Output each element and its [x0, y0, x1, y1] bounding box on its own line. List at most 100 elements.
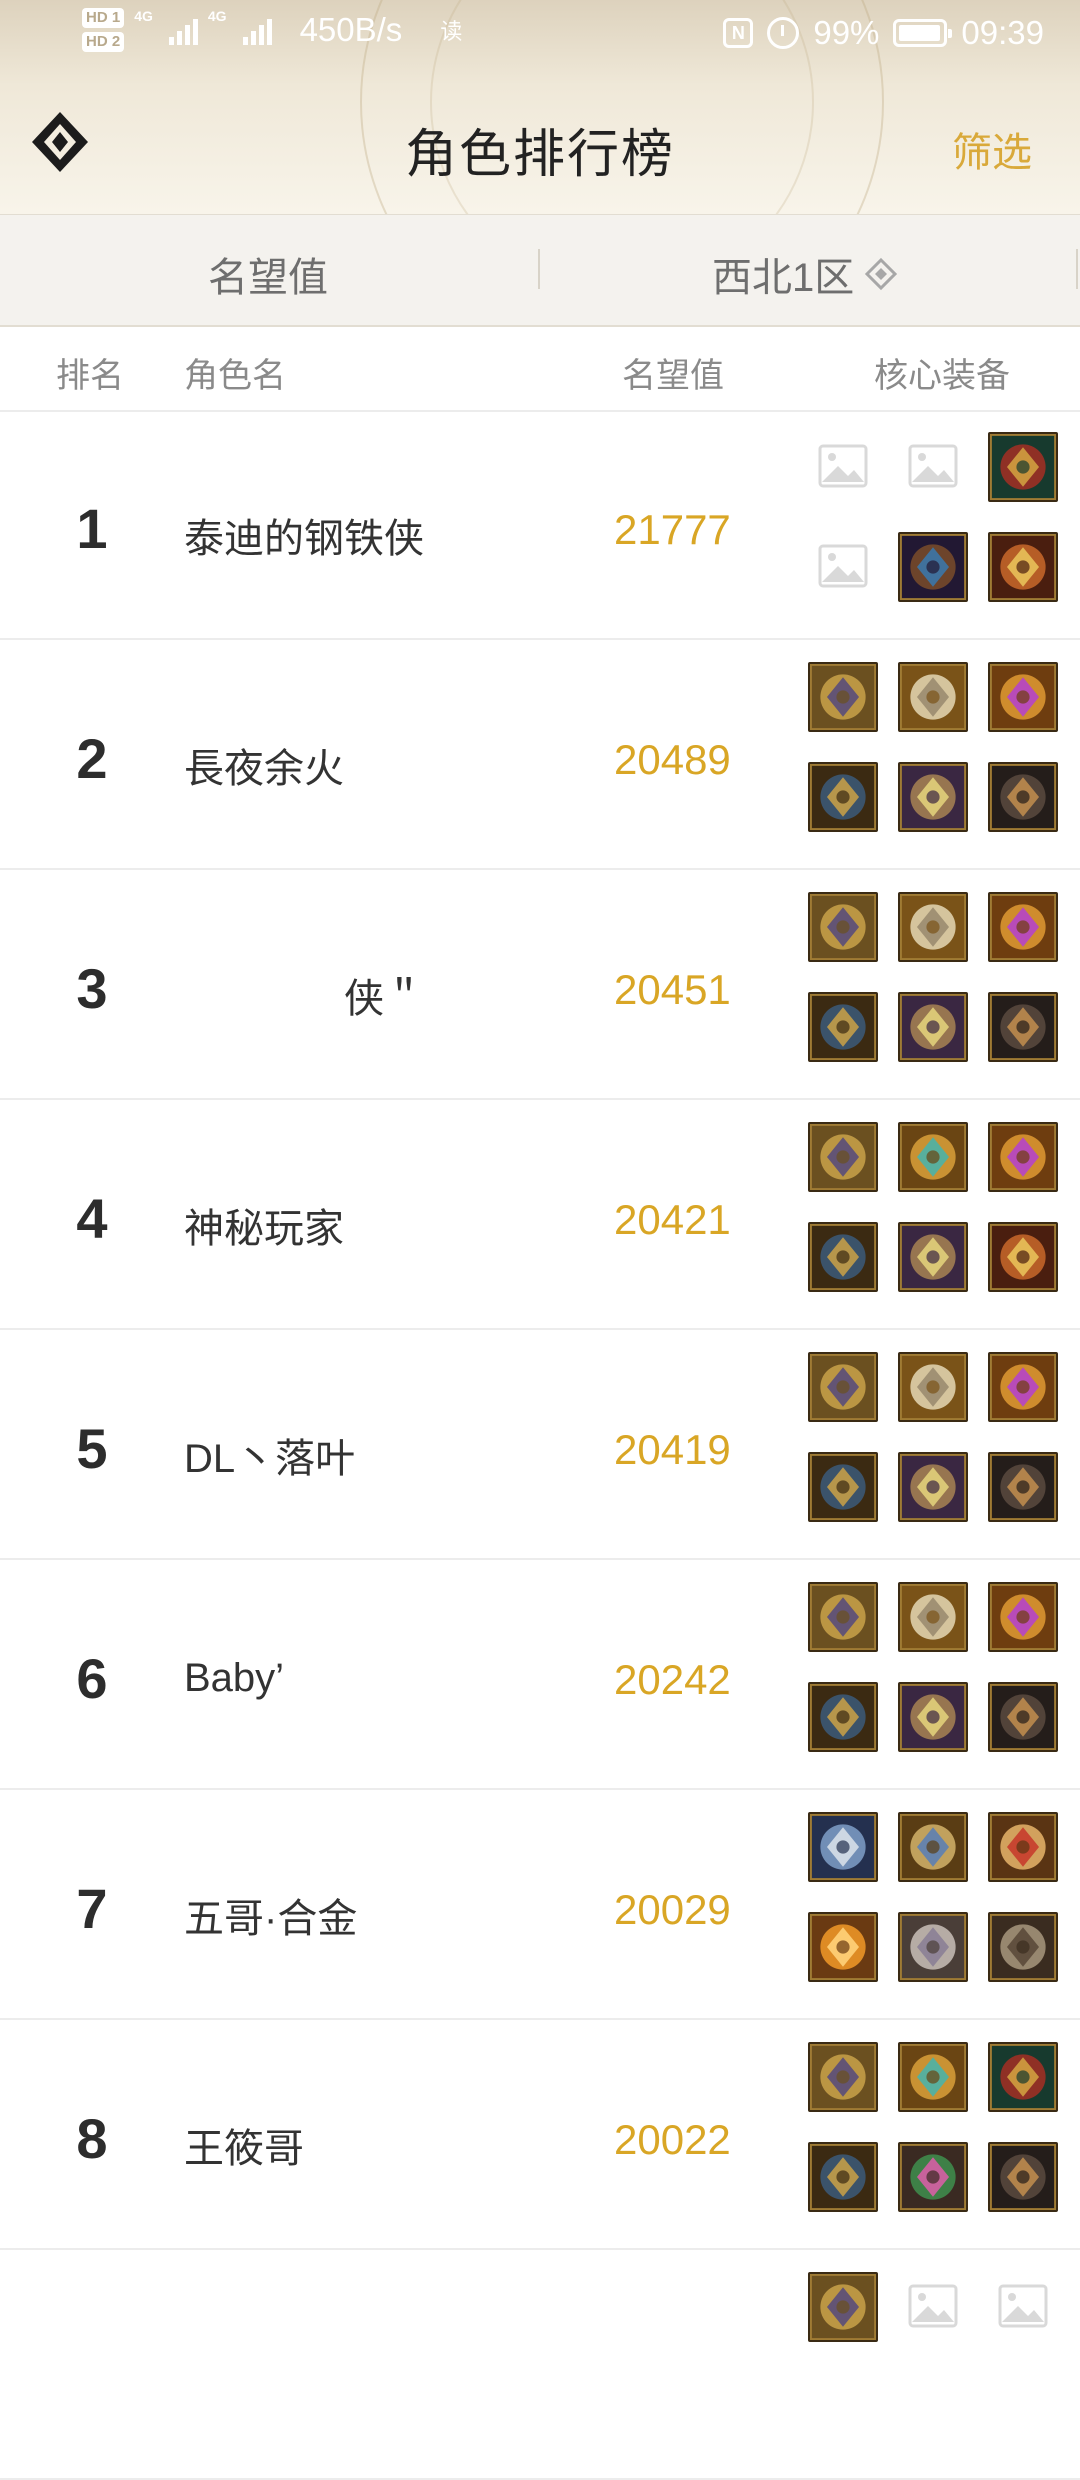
- chest-purple-icon[interactable]: [898, 1222, 968, 1292]
- ranking-row[interactable]: 6 Baby’ 20242: [0, 1560, 1080, 1790]
- status-bar: HD 1 HD 2 4G 4G 450B/s 读 N 99% 09:39: [0, 0, 1080, 70]
- rank-number: 4: [76, 1187, 108, 1250]
- fame-value: 20451: [614, 966, 731, 1013]
- read-indicator: 读: [440, 19, 463, 44]
- necklace-purple-icon[interactable]: [988, 1352, 1058, 1422]
- legs-dark-icon[interactable]: [988, 1682, 1058, 1752]
- ranking-row[interactable]: [0, 2250, 1080, 2480]
- metric-selector[interactable]: 名望值: [208, 245, 328, 303]
- necklace-purple-icon[interactable]: [988, 892, 1058, 962]
- image-placeholder-icon: [808, 432, 878, 502]
- ranking-row[interactable]: 3 侠＂ 20451: [0, 870, 1080, 1100]
- amulet-red-icon[interactable]: [988, 1812, 1058, 1882]
- network-type-2: 4G: [207, 8, 227, 24]
- armor-red-icon[interactable]: [988, 2042, 1058, 2112]
- armor-gold-icon[interactable]: [988, 532, 1058, 602]
- orb-orange-icon[interactable]: [808, 1912, 878, 1982]
- signal-icon: [168, 15, 198, 45]
- chest-green-icon[interactable]: [898, 2142, 968, 2212]
- ring-gem-icon[interactable]: [898, 2042, 968, 2112]
- ring-silver-icon[interactable]: [898, 892, 968, 962]
- table-header: 排名 角色名 名望值 核心装备: [0, 324, 1080, 412]
- network-type: 4G: [134, 8, 153, 24]
- ranking-row[interactable]: 2 長夜余火 20489: [0, 640, 1080, 870]
- armor-dark-icon[interactable]: [898, 532, 968, 602]
- rank-number: 3: [76, 957, 108, 1020]
- ranking-row[interactable]: 4 神秘玩家 20421: [0, 1100, 1080, 1330]
- bracer-icon[interactable]: [808, 1452, 878, 1522]
- bracer-icon[interactable]: [808, 1222, 878, 1292]
- filter-divider: [538, 249, 540, 289]
- legs-dark-icon[interactable]: [988, 762, 1058, 832]
- character-name: 泰迪的钢铁侠: [184, 517, 424, 561]
- image-placeholder-icon: [988, 2272, 1058, 2342]
- ring-silver-icon[interactable]: [898, 662, 968, 732]
- fame-value: 20421: [614, 1196, 731, 1243]
- ring-silver-icon[interactable]: [898, 1352, 968, 1422]
- rank-number: 8: [76, 2107, 108, 2170]
- legs-dark-icon[interactable]: [988, 1452, 1058, 1522]
- ring-silver-icon[interactable]: [898, 1582, 968, 1652]
- ring-blue-icon[interactable]: [898, 1812, 968, 1882]
- core-equipment: [808, 1582, 1064, 1772]
- character-name: 王筱哥: [184, 2127, 304, 2171]
- sim1-badge: HD 1: [82, 8, 125, 28]
- weapon-icon[interactable]: [808, 662, 878, 732]
- rank-number: 7: [76, 1877, 108, 1940]
- weapon-icon[interactable]: [808, 2042, 878, 2112]
- armor-red-icon[interactable]: [988, 432, 1058, 502]
- core-equipment: [808, 2042, 1064, 2232]
- legs-dark-icon[interactable]: [988, 992, 1058, 1062]
- rank-number: 5: [76, 1417, 108, 1480]
- ranking-row[interactable]: 8 王筱哥 20022: [0, 2020, 1080, 2250]
- rank-number: 6: [76, 1647, 108, 1710]
- bracer-icon[interactable]: [808, 992, 878, 1062]
- legs-dark-icon[interactable]: [988, 2142, 1058, 2212]
- core-equipment: [808, 662, 1064, 852]
- column-fame: 名望值: [622, 357, 724, 395]
- character-name: DL丶落叶: [184, 1437, 356, 1481]
- weapon-icon[interactable]: [808, 1122, 878, 1192]
- necklace-purple-icon[interactable]: [988, 662, 1058, 732]
- ring-gem-icon[interactable]: [898, 1122, 968, 1192]
- fame-value: 20022: [614, 2116, 731, 2163]
- weapon-blue-icon[interactable]: [808, 1812, 878, 1882]
- filter-button[interactable]: 筛选: [952, 120, 1032, 178]
- diamond-dropdown-icon: [865, 257, 898, 291]
- ranking-list: 1 泰迪的钢铁侠 21777 2 長夜余火 20489 3 侠＂ 20451 4…: [0, 410, 1080, 2480]
- weapon-icon[interactable]: [808, 2272, 878, 2342]
- chest-purple-icon[interactable]: [898, 762, 968, 832]
- chest-purple-icon[interactable]: [898, 992, 968, 1062]
- clock: 09:39: [961, 14, 1044, 51]
- core-equipment: [808, 432, 1064, 622]
- sim2-badge: HD 2: [82, 32, 125, 52]
- weapon-icon[interactable]: [808, 1582, 878, 1652]
- image-placeholder-icon: [898, 2272, 968, 2342]
- filter-bar: 名望值 西北1区: [0, 214, 1080, 327]
- ranking-row[interactable]: 7 五哥·合金 20029: [0, 1790, 1080, 2020]
- ranking-row[interactable]: 1 泰迪的钢铁侠 21777: [0, 410, 1080, 640]
- bracer-icon[interactable]: [808, 1682, 878, 1752]
- chest-purple-icon[interactable]: [898, 1452, 968, 1522]
- image-placeholder-icon: [898, 432, 968, 502]
- chest-silver-icon[interactable]: [898, 1912, 968, 1982]
- app-top-bar: HD 1 HD 2 4G 4G 450B/s 读 N 99% 09:39 角色排…: [0, 0, 1080, 214]
- alarm-icon: [767, 17, 800, 49]
- necklace-purple-icon[interactable]: [988, 1582, 1058, 1652]
- weapon-icon[interactable]: [808, 892, 878, 962]
- bracer-icon[interactable]: [808, 762, 878, 832]
- fame-value: 20419: [614, 1426, 731, 1473]
- server-selector[interactable]: 西北1区: [712, 245, 898, 303]
- fame-value: 20489: [614, 736, 731, 783]
- bracer-icon[interactable]: [808, 2142, 878, 2212]
- weapon-icon[interactable]: [808, 1352, 878, 1422]
- necklace-purple-icon[interactable]: [988, 1122, 1058, 1192]
- signal-icon-2: [242, 15, 272, 45]
- ranking-row[interactable]: 5 DL丶落叶 20419: [0, 1330, 1080, 1560]
- fame-value: 20242: [614, 1656, 731, 1703]
- chest-purple-icon[interactable]: [898, 1682, 968, 1752]
- armor-gold-icon[interactable]: [988, 1222, 1058, 1292]
- armor-silver-icon[interactable]: [988, 1912, 1058, 1982]
- character-name: 五哥·合金: [184, 1897, 358, 1941]
- column-equipment: 核心装备: [874, 357, 1010, 395]
